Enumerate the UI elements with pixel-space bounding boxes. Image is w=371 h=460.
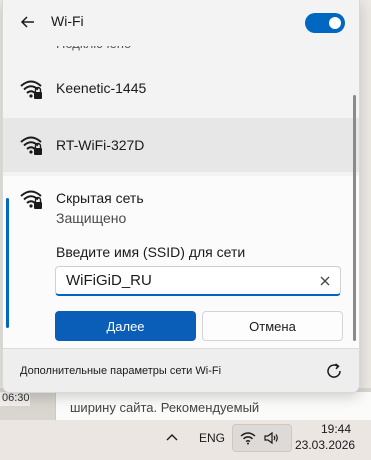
selection-indicator: [6, 198, 9, 328]
refresh-icon[interactable]: [325, 362, 343, 380]
next-button[interactable]: Далее: [55, 311, 196, 341]
hidden-network-card: Скрытая сеть Защищено Введите имя (SSID)…: [3, 176, 359, 348]
flyout-header: Wi-Fi: [3, 0, 359, 46]
clear-icon[interactable]: [319, 275, 331, 287]
background-document-text: ширину сайта. Рекомендуемый: [70, 400, 260, 415]
background-time-text: 06:30: [0, 392, 30, 406]
wifi-toggle[interactable]: [305, 13, 345, 33]
language-indicator[interactable]: ENG: [199, 431, 225, 445]
network-name: RT-WiFi-327D: [56, 137, 145, 153]
scrollbar[interactable]: [353, 95, 356, 341]
flyout-title: Wi-Fi: [51, 13, 84, 29]
wifi-flyout: Подключено Keenetic-1445 RT-WiFi-32: [2, 0, 360, 393]
show-hidden-icons-chevron-icon[interactable]: [165, 431, 179, 443]
wifi-locked-icon: [20, 80, 42, 99]
wifi-icon: [240, 432, 256, 445]
back-arrow-icon[interactable]: [19, 13, 37, 31]
wifi-locked-icon: [20, 136, 42, 155]
flyout-footer: Дополнительные параметры сети Wi-Fi: [3, 348, 359, 392]
ssid-label: Введите имя (SSID) для сети: [56, 244, 246, 260]
ssid-input[interactable]: [55, 266, 341, 296]
network-name: Keenetic-1445: [56, 80, 147, 96]
clock-time[interactable]: 19:44: [303, 422, 351, 436]
clock-date[interactable]: 23.03.2026: [295, 438, 355, 452]
network-item-rt-wifi[interactable]: RT-WiFi-327D: [3, 118, 359, 172]
wifi-locked-icon: [20, 190, 42, 209]
volume-icon: [264, 431, 278, 445]
more-wifi-settings-link[interactable]: Дополнительные параметры сети Wi-Fi: [20, 365, 221, 377]
hidden-network-name: Скрытая сеть: [56, 190, 144, 206]
hidden-network-status: Защищено: [56, 210, 127, 226]
network-item-keenetic[interactable]: Keenetic-1445: [3, 62, 359, 116]
cancel-button[interactable]: Отмена: [202, 311, 343, 341]
